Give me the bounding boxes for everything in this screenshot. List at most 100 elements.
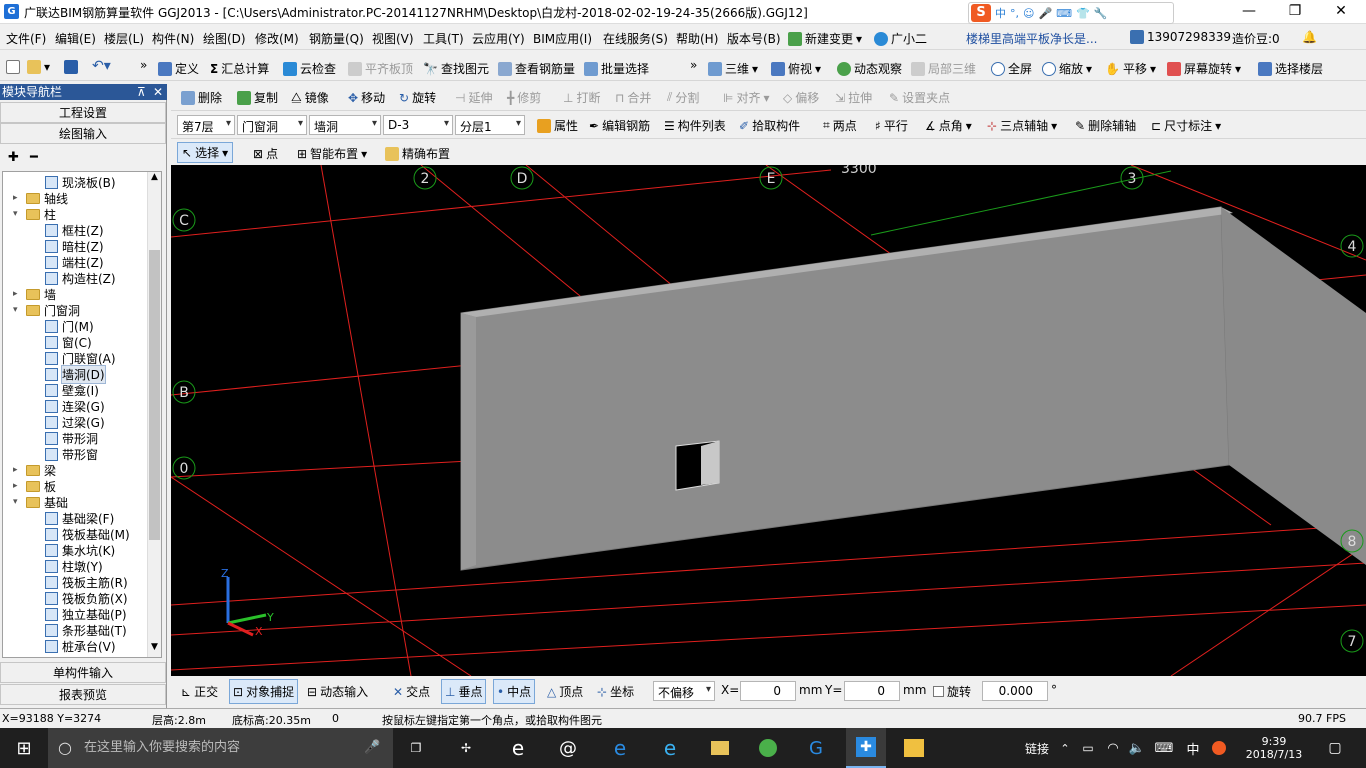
tree-item[interactable]: 桩承台(V) <box>45 638 116 654</box>
tree-scrollbar[interactable]: ▲ ▼ <box>147 172 161 657</box>
menu-file[interactable]: 文件(F) <box>6 30 46 47</box>
menu-online[interactable]: 在线服务(S) <box>603 30 668 47</box>
tree-item[interactable]: 端柱(Z) <box>45 254 104 270</box>
ie-icon[interactable]: e <box>654 728 686 768</box>
y-offset-input[interactable]: 0 <box>844 681 900 701</box>
top-view-button[interactable]: 俯视 ▾ <box>771 60 821 77</box>
point-angle-button[interactable]: ∡ 点角 ▾ <box>925 117 972 134</box>
menu-cloud[interactable]: 云应用(Y) <box>472 30 525 47</box>
component-select[interactable]: D-3 <box>383 115 453 135</box>
ime-toolbar[interactable]: S 中 °, ☺ 🎤 ⌨ 👕 🔧 <box>968 2 1174 24</box>
dynamic-input-toggle[interactable]: ⊟ 动态输入 <box>307 683 368 700</box>
layer-select[interactable]: 分层1 <box>455 115 525 135</box>
object-snap-toggle[interactable]: ⊡ 对象捕捉 <box>229 679 299 704</box>
copy-button[interactable]: 复制 <box>237 89 278 106</box>
select-button[interactable]: ↖ 选择 ▾ <box>177 142 234 163</box>
align-button[interactable]: ⊫ 对齐 ▾ <box>723 89 770 106</box>
property-button[interactable]: 属性 <box>537 117 578 134</box>
menu-help[interactable]: 帮助(H) <box>676 30 718 47</box>
delete-axis-button[interactable]: ✎ 删除辅轴 <box>1075 117 1136 134</box>
collapse-icon[interactable]: ▾ <box>13 305 22 315</box>
tree-item[interactable]: 筏板负筋(X) <box>45 590 128 606</box>
expand-icon[interactable]: ▸ <box>13 465 22 475</box>
tree-item[interactable]: 框柱(Z) <box>45 222 104 238</box>
ime-punctuation-toggle[interactable]: °, <box>1010 7 1019 20</box>
tree-item[interactable]: ▸ 墙 <box>13 286 56 302</box>
edge-legacy-icon[interactable]: e <box>502 728 534 768</box>
menu-floor[interactable]: 楼层(L) <box>104 30 144 47</box>
tray-expand-icon[interactable]: ⌃ <box>1056 728 1074 768</box>
tree-item[interactable]: ▾ 门窗洞 <box>13 302 80 318</box>
tree-item[interactable]: 窗(C) <box>45 334 92 350</box>
wifi-icon[interactable]: ◠ <box>1102 728 1124 768</box>
pin-icon[interactable]: ⊼ <box>137 84 146 100</box>
engineering-settings-button[interactable]: 工程设置 <box>0 102 166 123</box>
ime-settings-icon[interactable]: 🔧 <box>1094 7 1108 20</box>
menu-draw[interactable]: 绘图(D) <box>203 30 246 47</box>
maximize-button[interactable]: ❐ <box>1272 0 1318 24</box>
tree-item[interactable]: 集水坑(K) <box>45 542 115 558</box>
keyboard-icon[interactable]: ⌨ <box>1150 728 1178 768</box>
menu-bim[interactable]: BIM应用(I) <box>533 30 592 47</box>
microphone-icon[interactable]: 🎤 <box>364 728 380 768</box>
report-preview-button[interactable]: 报表预览 <box>0 684 166 705</box>
tree-item[interactable]: 带形窗 <box>45 446 98 462</box>
ime-keyboard-icon[interactable]: ⌨ <box>1056 7 1072 20</box>
zoom-button[interactable]: 缩放 ▾ <box>1042 60 1092 77</box>
set-grip-button[interactable]: ✎ 设置夹点 <box>889 89 950 106</box>
coordinate-toggle[interactable]: ⊹ 坐标 <box>597 683 634 700</box>
open-file-icon[interactable]: ▾ <box>27 60 50 74</box>
mirror-button[interactable]: ⧋ 镜像 <box>291 89 329 106</box>
drawing-input-button[interactable]: 绘图输入 <box>0 123 166 144</box>
close-button[interactable]: ✕ <box>1318 0 1364 24</box>
canvas-svg[interactable]: 3300 2 D E 3 4 C B 0 7 8 Z Y X <box>171 165 1366 676</box>
dynamic-view-button[interactable]: 动态观察 <box>837 60 902 77</box>
fullscreen-button[interactable]: 全屏 <box>991 60 1032 77</box>
task-view-icon[interactable]: ❐ <box>404 728 428 768</box>
flat-top-button[interactable]: 平齐板顶 <box>348 60 413 77</box>
fan-app-icon[interactable]: ✢ <box>450 728 482 768</box>
expand-icon[interactable]: ▸ <box>13 193 22 203</box>
tree-item[interactable]: ▸ 轴线 <box>13 190 68 206</box>
glodon-app-icon[interactable]: G <box>800 728 832 768</box>
zaojiadou-label[interactable]: 造价豆:0 <box>1232 30 1280 47</box>
point-button[interactable]: ⊠ 点 <box>253 145 278 162</box>
tree-item[interactable]: ▸ 板 <box>13 478 56 494</box>
tree-item[interactable]: 现浇板(B) <box>45 174 116 190</box>
rotate-screen-button[interactable]: 屏幕旋转 ▾ <box>1167 60 1241 77</box>
menu-edit[interactable]: 编辑(E) <box>55 30 96 47</box>
three-d-button[interactable]: 三维 ▾ <box>708 60 758 77</box>
wall-element[interactable] <box>460 206 1366 571</box>
ggj-app-icon[interactable]: ✚ <box>846 728 886 768</box>
minimize-button[interactable]: — <box>1226 0 1272 24</box>
local-3d-button[interactable]: 局部三维 <box>911 60 976 77</box>
move-button[interactable]: ✥ 移动 <box>348 89 385 106</box>
guangxiaoer-button[interactable]: 广小二 <box>874 30 927 47</box>
dimension-button[interactable]: ⊏ 尺寸标注 ▾ <box>1151 117 1221 134</box>
drawing-canvas[interactable]: 3300 2 D E 3 4 C B 0 7 8 Z Y X <box>171 165 1366 676</box>
delete-button[interactable]: 删除 <box>181 89 222 106</box>
ime-voice-icon[interactable]: 🎤 <box>1038 7 1052 20</box>
break-button[interactable]: ⊥ 打断 <box>563 89 600 106</box>
menu-component[interactable]: 构件(N) <box>152 30 194 47</box>
spiral-app-icon[interactable]: @ <box>552 728 584 768</box>
split-button[interactable]: ⫽ 分割 <box>667 89 699 106</box>
offset-button[interactable]: ◇ 偏移 <box>783 89 819 106</box>
expand-icon[interactable]: ▸ <box>13 481 22 491</box>
tree-item[interactable]: 独立基础(P) <box>45 606 127 622</box>
ime-skin-icon[interactable]: 👕 <box>1076 7 1090 20</box>
extend-button[interactable]: ⊣ 延伸 <box>455 89 492 106</box>
orthogonal-toggle[interactable]: ⊾ 正交 <box>181 683 218 700</box>
windows-start-icon[interactable]: ⊞ <box>0 728 48 768</box>
language-indicator[interactable]: 中 <box>1182 728 1204 768</box>
ime-chinese-toggle[interactable]: 中 <box>995 5 1006 21</box>
taskbar-search-box[interactable]: ○ 在这里输入你要搜索的内容 🎤 <box>48 728 393 768</box>
three-point-axis-button[interactable]: ⊹ 三点辅轴 ▾ <box>987 117 1057 134</box>
rotate-checkbox[interactable]: 旋转 <box>933 683 971 700</box>
tree-item[interactable]: ▾ 柱 <box>13 206 56 222</box>
collapse-all-icon[interactable]: ━ <box>30 150 38 165</box>
rotate-angle-input[interactable]: 0.000 <box>982 681 1048 701</box>
tree-item[interactable]: 柱墩(Y) <box>45 558 103 574</box>
edge-icon[interactable]: e <box>604 728 636 768</box>
ime-emoji-icon[interactable]: ☺ <box>1023 7 1034 20</box>
